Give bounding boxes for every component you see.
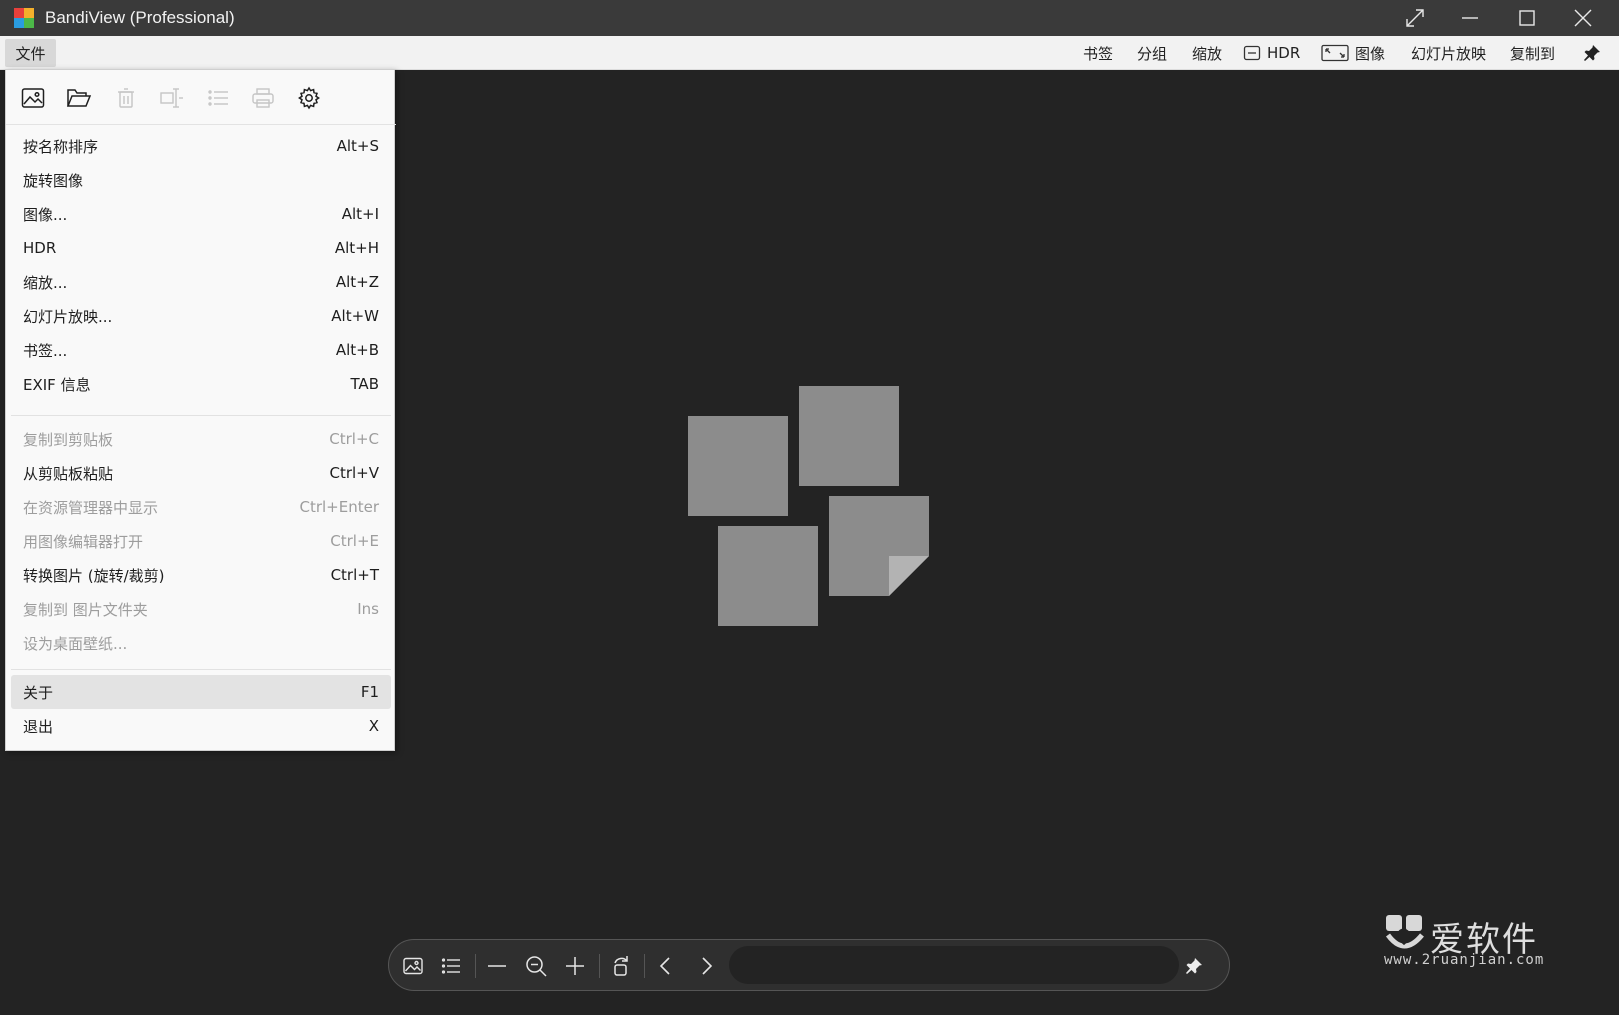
image-icon [21,88,45,108]
bottom-toolbar [388,939,1230,991]
pin-button[interactable] [1583,36,1601,70]
open-folder-button[interactable] [64,83,94,113]
menu-image[interactable]: 图像 [1321,36,1385,70]
delete-button [111,83,141,113]
zoom-in-button[interactable] [560,951,590,981]
trash-icon [118,88,134,108]
open-image-button[interactable] [18,83,48,113]
print-button [248,83,278,113]
minimize-button[interactable] [1443,0,1497,36]
bandiview-logo-icon [14,8,34,28]
image-icon [403,957,423,975]
rename-button [157,83,187,113]
rotate-icon [614,956,628,976]
bottom-pin-button[interactable] [1179,951,1209,981]
menu-copy-to-label: 复制到 [1510,44,1556,63]
empty-gallery-placeholder-icon [688,386,929,626]
pin-icon [1186,958,1202,974]
hdr-toggle-icon [1243,45,1261,61]
watermark-url: www.2ruanjian.com [1384,952,1545,968]
file-menu-toolbar [6,70,396,125]
menu-item-set-wallpaper: 设为桌面壁纸... [23,634,128,653]
menu-item-zoom[interactable]: 缩放... Alt+Z [11,265,391,299]
menu-item-image[interactable]: 图像... Alt+I [11,197,391,231]
rotate-button[interactable] [606,951,636,981]
gear-icon [298,86,320,110]
menu-zoom-label: 缩放 [1192,44,1223,63]
menu-bookmarks[interactable]: 书签 [1083,36,1113,70]
menu-image-label: 图像 [1355,44,1386,63]
menu-slideshow-label: 幻灯片放映 [1411,44,1487,63]
bottom-open-image-button[interactable] [398,951,428,981]
print-icon [252,88,274,108]
menu-hdr-label: HDR [1267,44,1301,62]
minus-icon [488,965,506,967]
menu-item-rotate-image[interactable]: 旋转图像 [11,163,391,197]
title-bar: BandiView (Professional) [0,0,1619,36]
folder-open-icon [66,89,92,107]
menu-bar: 文件 书签 分组 缩放 HDR 图像 幻灯片放映 复制到 [0,36,1619,70]
rename-icon [160,88,183,108]
menu-item-show-in-explorer: 在资源管理器中显示 Ctrl+Enter [23,498,379,517]
maximize-button[interactable] [1500,0,1554,36]
menu-item-open-with-editor: 用图像编辑器打开 Ctrl+E [23,532,379,551]
chevron-left-icon [659,957,670,975]
menu-copy-to[interactable]: 复制到 [1510,36,1555,70]
toolbar-separator [644,954,645,978]
list-icon [208,90,228,106]
toolbar-separator [599,954,600,978]
close-button[interactable] [1556,0,1610,36]
menu-item-copy-to-clipboard: 复制到剪贴板 Ctrl+C [23,430,379,449]
site-watermark: 爱软件 www.2ruanjian.com [1382,910,1562,970]
expand-icon [1406,9,1424,27]
file-info-field[interactable] [729,946,1179,984]
menu-separator [11,669,391,670]
list-icon [441,958,460,974]
menu-item-transform-image[interactable]: 转换图片 (旋转/裁剪) Ctrl+T [11,558,391,592]
bottom-list-button[interactable] [436,951,466,981]
maximize-icon [1519,10,1535,26]
close-icon [1574,9,1592,27]
file-menu-dropdown: 按名称排序 Alt+S 旋转图像 图像... Alt+I HDR Alt+H 缩… [5,69,396,751]
menu-item-about[interactable]: 关于 F1 [11,675,391,709]
menu-group[interactable]: 分组 [1137,36,1167,70]
menu-item-bookmarks[interactable]: 书签... Alt+B [11,333,391,367]
menu-file[interactable]: 文件 [5,39,56,67]
menu-item-sort-by-name[interactable]: 按名称排序 Alt+S [11,129,391,163]
next-image-button[interactable] [691,951,721,981]
zoom-out-icon [526,956,547,977]
window-title: BandiView (Professional) [45,8,235,27]
menu-bookmarks-label: 书签 [1083,44,1114,63]
previous-image-button[interactable] [651,951,681,981]
menu-hdr[interactable]: HDR [1243,36,1300,70]
menu-zoom[interactable]: 缩放 [1192,36,1222,70]
settings-button[interactable] [294,83,324,113]
menu-item-exif-info[interactable]: EXIF 信息 TAB [11,367,391,401]
menu-separator [11,415,391,416]
menu-item-hdr[interactable]: HDR Alt+H [11,231,391,265]
menu-slideshow[interactable]: 幻灯片放映 [1411,36,1486,70]
fullscreen-button[interactable] [1388,0,1442,36]
plus-icon [566,957,584,975]
menu-group-label: 分组 [1137,44,1168,63]
menu-item-copy-to-pictures-folder: 复制到 图片文件夹 Ins [23,600,379,619]
menu-item-slideshow[interactable]: 幻灯片放映... Alt+W [11,299,391,333]
watermark-logo-icon [1385,915,1424,949]
menu-item-exit[interactable]: 退出 X [11,709,391,743]
chevron-right-icon [702,957,713,975]
toolbar-separator [475,954,476,978]
zoom-out-button[interactable] [521,951,551,981]
menu-item-paste-from-clipboard[interactable]: 从剪贴板粘贴 Ctrl+V [11,456,391,490]
pin-icon [1584,45,1600,61]
list-button [203,83,233,113]
minimize-icon [1462,17,1478,19]
zoom-fit-button[interactable] [482,951,512,981]
fit-image-icon [1321,44,1349,62]
